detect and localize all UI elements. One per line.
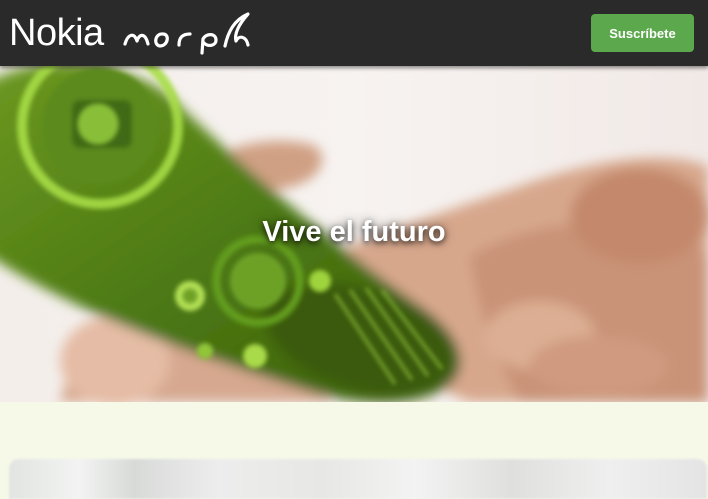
hero-title: Vive el futuro: [262, 216, 446, 248]
top-bar: Nokia morph Suscríbete: [0, 0, 708, 66]
morph-script-logo: morph: [123, 12, 250, 55]
content-card-preview[interactable]: [9, 459, 707, 499]
subscribe-button[interactable]: Suscríbete: [591, 14, 694, 52]
hero-banner: Vive el futuro: [0, 66, 708, 402]
brand-name: Nokia: [9, 12, 104, 54]
brand-logo[interactable]: Nokia morph: [9, 10, 254, 56]
